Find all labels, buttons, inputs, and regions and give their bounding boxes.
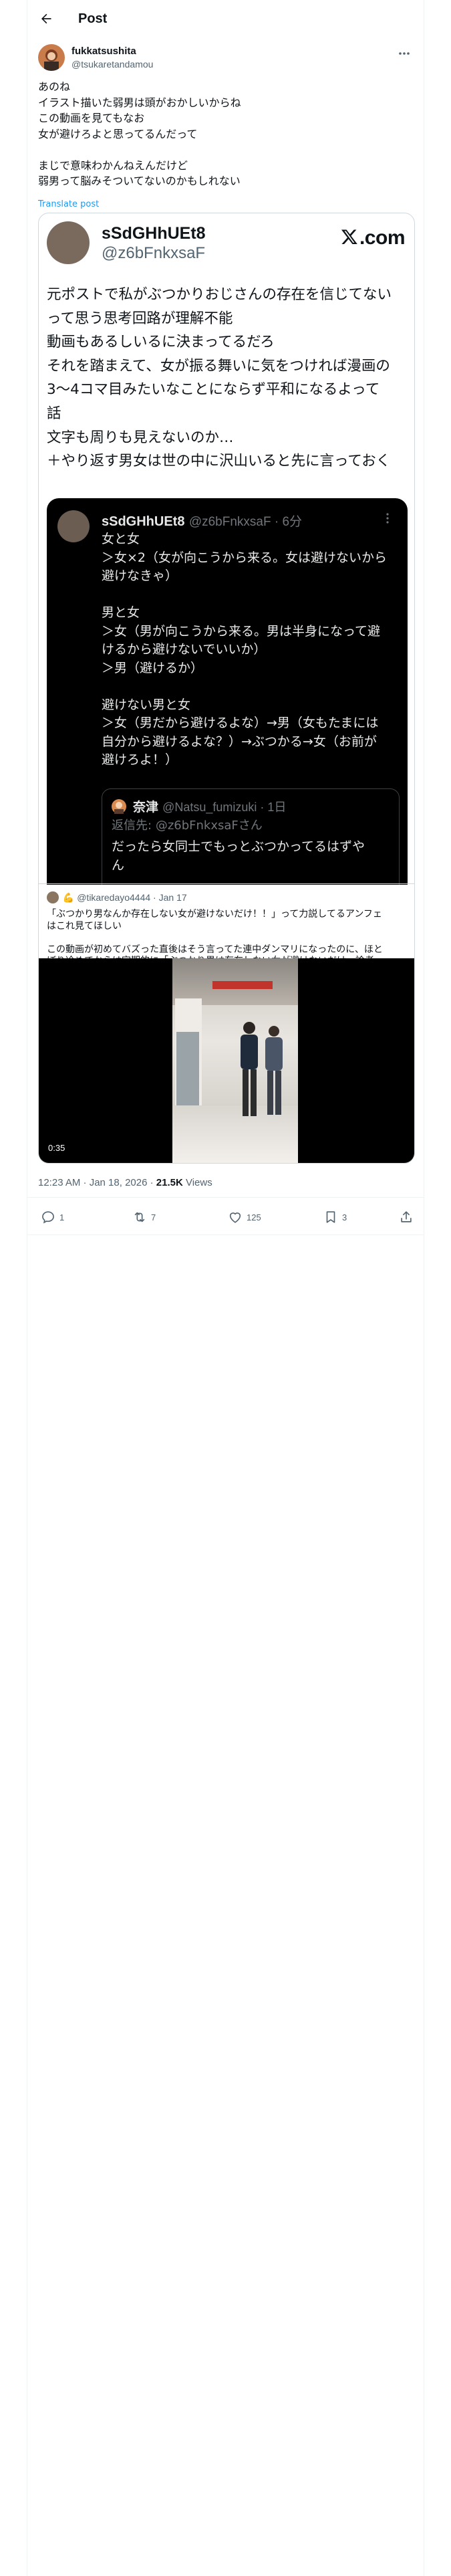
tweet-line: あのね — [38, 80, 71, 93]
reply-line: 避けない男と女 — [102, 697, 191, 712]
video-player[interactable]: 0:35 — [39, 958, 414, 1163]
quote-text: だったら女同士でもっとぶつかってるはずや ん — [112, 837, 392, 875]
quoted-line: この動画が初めてバズった直後はそう言ってた連中ダンマリになったのに、ほと — [47, 944, 383, 955]
embedded-post-text: 元ポストで私がぶつかりおじさんの存在を信じてない って思う思考回路が理解不能 動… — [47, 283, 408, 473]
divider — [39, 883, 414, 884]
share-icon — [401, 1211, 412, 1222]
x-logo-icon — [341, 228, 358, 245]
embedded-display-name: sSdGHhUEt8 — [102, 224, 206, 243]
quoted-tweet-meta: 💪 @tikaredayo4444 · Jan 17 — [47, 891, 187, 903]
like-button[interactable]: 125 — [228, 1209, 261, 1225]
more-options-button[interactable] — [396, 47, 412, 60]
repost-count: 7 — [151, 1212, 156, 1222]
reply-avatar — [57, 510, 90, 542]
repost-icon — [134, 1212, 145, 1222]
reply-to-label: 返信先: — [112, 819, 152, 833]
bookmark-count: 3 — [342, 1212, 347, 1222]
reply-button[interactable]: 1 — [41, 1209, 64, 1225]
reply-to-line: 返信先: @z6bFnkxsaFさん — [112, 816, 263, 833]
embedded-line: 話 — [47, 405, 61, 422]
reply-line: ＞女×2（女が向こうから来る。女は避けないから — [102, 550, 388, 565]
reply-handle-time: @z6bFnkxsaF · 6分 — [188, 515, 303, 529]
reply-icon — [42, 1211, 54, 1224]
user-handle[interactable]: @tsukaretandamou — [71, 59, 153, 70]
quoted-handle-date: @tikaredayo4444 · Jan 17 — [77, 892, 187, 903]
page-title: Post — [78, 11, 108, 26]
embedded-line: 動画もあるしいるに決まってるだろ — [47, 334, 275, 351]
embedded-avatar — [47, 221, 90, 264]
reply-count: 1 — [59, 1212, 65, 1222]
tweet-line: この動画を見てもなお — [38, 112, 145, 124]
reply-to-handle: @z6bFnkxsaFさん — [155, 819, 263, 833]
back-button[interactable] — [34, 7, 58, 31]
reply-display-name: sSdGHhUEt8 — [102, 514, 185, 529]
post-header: Post — [27, 0, 424, 37]
author-row: fukkatsushita @tsukaretandamou — [38, 43, 412, 72]
more-vertical-icon — [381, 512, 394, 525]
quoted-line: 「ぶつかり男なんか存在しない女が避けないだけ！！」って力説してるアンフェ — [47, 909, 382, 920]
reply-line: 自分から避けるよな？）→ぶつかる→女（お前が — [102, 734, 377, 749]
x-com-logo-text: .com — [359, 227, 406, 249]
views-label: Views — [182, 1177, 212, 1188]
avatar[interactable] — [38, 44, 65, 71]
reply-meta: sSdGHhUEt8 @z6bFnkxsaF · 6分 — [102, 512, 302, 530]
x-com-logo: .com — [341, 227, 406, 249]
divider — [27, 1197, 424, 1198]
action-bar: 1 7 125 3 — [38, 1201, 424, 1230]
reply-line — [102, 677, 400, 696]
quote-line: ん — [112, 858, 125, 873]
video-frame — [172, 958, 298, 1163]
tweet-text: あのね イラスト描いた弱男は頭がおかしいからね この動画を見てもなお 女が避けろ… — [38, 79, 412, 189]
reply-line: ＞女（男が向こうから来る。男は半身になって避 — [102, 623, 381, 639]
reply-line: 避けろよ！） — [102, 752, 178, 767]
more-horizontal-icon — [399, 52, 410, 55]
embedded-line: 元ポストで私がぶつかりおじさんの存在を信じてない — [47, 286, 392, 303]
like-count: 125 — [247, 1212, 261, 1222]
translate-post-link[interactable]: Translate post — [38, 199, 99, 209]
embedded-line: それを踏まえて、女が振る舞いに気をつければ漫画の — [47, 357, 390, 374]
arrow-left-icon — [41, 13, 51, 24]
reply-line: 女と女 — [102, 532, 140, 546]
share-button[interactable] — [399, 1209, 418, 1225]
bookmark-icon — [326, 1211, 335, 1223]
embedded-line: ＋やり返す男女は世の中に沢山いると先に言っておく — [47, 453, 391, 470]
bookmark-button[interactable]: 3 — [323, 1209, 347, 1225]
quoted-line: はこれ見てほしい — [47, 920, 122, 932]
quoted-tweet: 💪 @tikaredayo4444 · Jan 17 「ぶつかり男なんか存在しな… — [39, 885, 414, 966]
embedded-line: って思う思考回路が理解不能 — [47, 310, 233, 327]
tweet-line: 弱男って脳みそついてないのかもしれない — [38, 175, 241, 187]
display-name[interactable]: fukkatsushita — [71, 45, 136, 57]
post-timestamp: 12:23 AM · Jan 18, 2026 · 21.5K Views — [38, 1177, 212, 1188]
tweet-line — [38, 142, 412, 158]
reply-line: ＞男（避けるか） — [102, 660, 204, 675]
reply-line: ＞女（男だから避けるよな）→男（女もたまには — [102, 716, 379, 730]
reply-line — [102, 586, 400, 605]
flexed-biceps-emoji: 💪 — [62, 892, 75, 903]
quote-avatar — [112, 799, 126, 814]
quoted-line — [47, 932, 408, 944]
quoted-avatar — [47, 891, 59, 903]
video-duration: 0:35 — [48, 1143, 65, 1153]
reply-line: 避けなきゃ） — [102, 568, 178, 583]
quote-meta: 奈津 @Natsu_fumizuki · 1日 — [112, 797, 286, 815]
tweet-line: 女が避けろよと思ってるんだって — [38, 127, 198, 140]
reply-line: けるから避けないでいいか） — [102, 642, 267, 657]
media-card[interactable]: sSdGHhUEt8 @z6bFnkxsaF .com 元ポストで私がぶつかりお… — [38, 213, 415, 1164]
reply-text: 女と女 ＞女×2（女が向こうから来る。女は避けないから 避けなきゃ） 男と女 ＞… — [102, 530, 400, 770]
embedded-handle: @z6bFnkxsaF — [102, 244, 206, 262]
heart-icon — [229, 1212, 241, 1223]
embedded-post-header: sSdGHhUEt8 @z6bFnkxsaF .com — [47, 221, 408, 268]
repost-button[interactable]: 7 — [132, 1209, 156, 1225]
dark-reply-card: sSdGHhUEt8 @z6bFnkxsaF · 6分 女と女 ＞女×2（女が向… — [47, 498, 408, 899]
timestamp-text[interactable]: 12:23 AM · Jan 18, 2026 · — [38, 1177, 156, 1188]
embedded-line: 3〜4コマ目みたいなことにならず平和になるよって — [47, 381, 380, 399]
embedded-line: 文字も周りも見えないのか… — [47, 429, 234, 446]
reply-line: 男と女 — [102, 605, 140, 620]
quote-display-name: 奈津 — [133, 800, 159, 815]
quote-line: だったら女同士でもっとぶつかってるはずや — [112, 839, 365, 854]
tweet-line: まじで意味わかんねえんだけど — [38, 158, 188, 172]
quote-handle-time: @Natsu_fumizuki · 1日 — [162, 800, 287, 814]
tweet-line: イラスト描いた弱男は頭がおかしいからね — [38, 96, 241, 109]
views-count: 21.5K — [156, 1177, 183, 1188]
